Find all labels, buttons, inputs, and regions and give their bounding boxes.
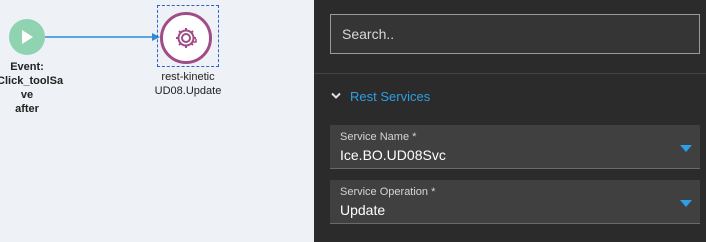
gear-sync-icon	[176, 28, 197, 48]
field-value: Update	[340, 202, 386, 218]
rest-node-label: rest-kinetic UD08.Update	[136, 70, 240, 98]
field-label: Service Operation *	[340, 186, 436, 198]
event-node-label: Event: aClick_toolSa ve after	[0, 60, 74, 116]
rest-kinetic-node[interactable]	[160, 12, 212, 64]
dropdown-caret-icon[interactable]	[680, 200, 692, 207]
rest-label-line: rest-kinetic	[161, 71, 215, 83]
event-label-line: after	[15, 103, 39, 115]
rest-label-line: UD08.Update	[154, 85, 222, 97]
event-label-line: aClick_toolSa	[0, 75, 64, 87]
field-label: Service Name *	[340, 131, 417, 143]
event-start-node[interactable]	[9, 19, 45, 55]
properties-panel: Rest Services Service Name * Ice.BO.UD08…	[314, 0, 706, 242]
service-operation-dropdown[interactable]: Service Operation * Update	[330, 180, 700, 224]
chevron-down-icon	[331, 92, 341, 99]
dropdown-caret-icon[interactable]	[680, 145, 692, 152]
play-icon	[22, 30, 33, 44]
section-rest-services[interactable]: Rest Services	[331, 86, 430, 106]
panel-divider	[314, 73, 706, 74]
workflow-canvas[interactable]: Event: aClick_toolSa ve after rest-kinet…	[0, 0, 314, 242]
workflow-designer: Event: aClick_toolSa ve after rest-kinet…	[0, 0, 706, 242]
section-title: Rest Services	[350, 88, 431, 104]
service-name-dropdown[interactable]: Service Name * Ice.BO.UD08Svc	[330, 125, 700, 169]
search-input[interactable]	[330, 14, 700, 54]
field-value: Ice.BO.UD08Svc	[340, 147, 446, 163]
event-label-line: Event:	[10, 61, 44, 73]
event-label-line: ve	[20, 89, 34, 101]
